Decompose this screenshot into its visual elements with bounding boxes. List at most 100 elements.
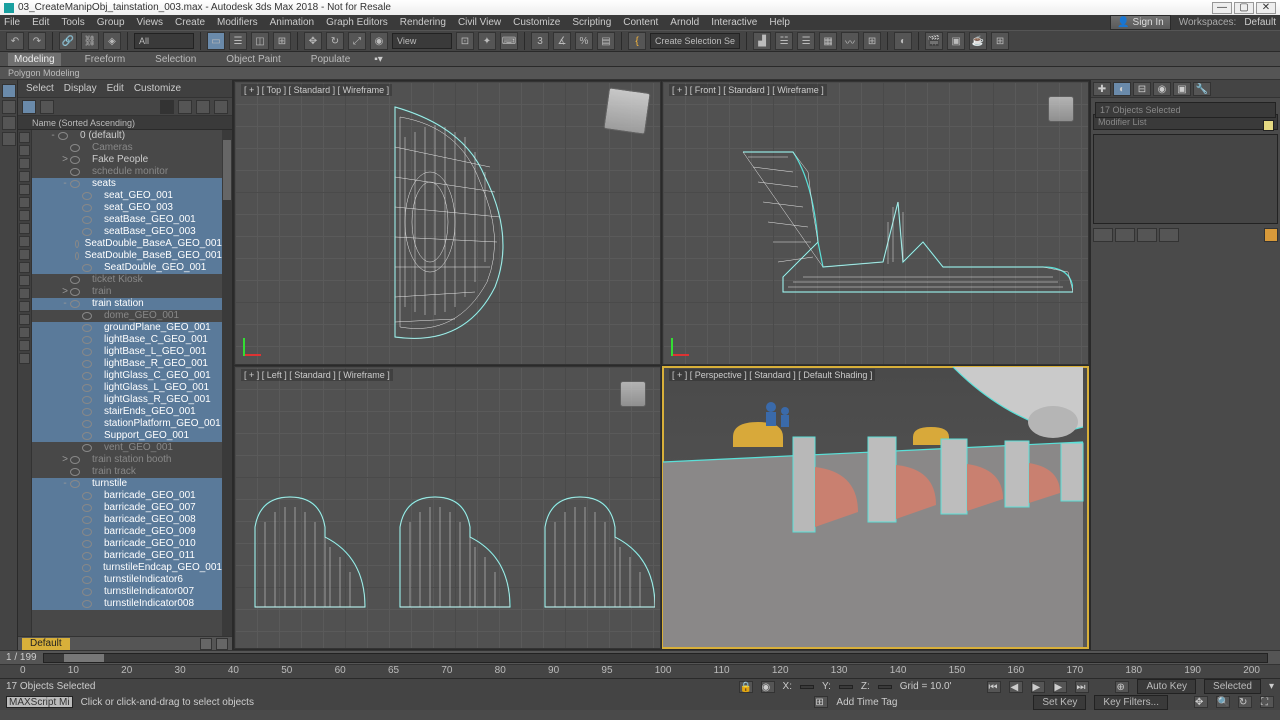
se-filter-15[interactable] xyxy=(19,314,30,325)
viewport-left[interactable]: [ + ] [ Left ] [ Standard ] [ Wireframe … xyxy=(234,366,661,650)
tree-item[interactable]: seat_GEO_003 xyxy=(32,202,222,214)
pin-stack[interactable] xyxy=(1093,228,1113,242)
se-filter-4[interactable] xyxy=(19,171,30,182)
align-button[interactable]: ☱ xyxy=(775,32,793,50)
key-filters-button[interactable]: Key Filters... xyxy=(1094,695,1168,710)
vp-label-top[interactable]: [ + ] [ Top ] [ Standard ] [ Wireframe ] xyxy=(241,84,392,96)
window-crossing-button[interactable]: ⊞ xyxy=(273,32,291,50)
next-frame[interactable]: ▶ xyxy=(1053,681,1067,693)
tree-item[interactable]: vent_GEO_001 xyxy=(32,442,222,454)
tree-item[interactable]: SeatDouble_GEO_001 xyxy=(32,262,222,274)
nav-max[interactable]: ⛶ xyxy=(1260,696,1274,708)
tree-item[interactable]: barricade_GEO_008 xyxy=(32,514,222,526)
ref-coord-system[interactable]: View xyxy=(392,33,452,49)
unique[interactable] xyxy=(1137,228,1157,242)
select-region-button[interactable]: ◫ xyxy=(251,32,269,50)
se-btn-view[interactable] xyxy=(40,100,54,114)
tree-item[interactable]: barricade_GEO_011 xyxy=(32,550,222,562)
rendered-frame[interactable]: ▣ xyxy=(947,32,965,50)
menu-grapheditors[interactable]: Graph Editors xyxy=(326,17,388,28)
se-btn-find[interactable] xyxy=(22,100,36,114)
menu-civilview[interactable]: Civil View xyxy=(458,17,501,28)
angle-snap[interactable]: ∡ xyxy=(553,32,571,50)
vtool-1[interactable] xyxy=(2,84,16,98)
se-filter-14[interactable] xyxy=(19,301,30,312)
se-tab-edit[interactable]: Edit xyxy=(107,83,124,94)
se-btn-sort-b[interactable] xyxy=(214,100,228,114)
tree-item[interactable]: >Fake People xyxy=(32,154,222,166)
ribbon-tab-freeform[interactable]: Freeform xyxy=(79,53,132,66)
tree-item[interactable]: -train station xyxy=(32,298,222,310)
tree-item[interactable]: SeatDouble_BaseB_GEO_001 xyxy=(32,250,222,262)
tree-item[interactable]: >train xyxy=(32,286,222,298)
tree-item[interactable]: turnstileIndicator007 xyxy=(32,586,222,598)
tree-item[interactable]: lightGlass_C_GEO_001 xyxy=(32,370,222,382)
selection-filter[interactable]: All xyxy=(134,33,194,49)
nav-zoom[interactable]: 🔍 xyxy=(1216,696,1230,708)
tree-item[interactable]: -turnstile xyxy=(32,478,222,490)
rotate-button[interactable]: ↻ xyxy=(326,32,344,50)
se-footer-btn2[interactable] xyxy=(216,638,228,650)
viewcube-front[interactable] xyxy=(1048,96,1074,122)
viewport-front[interactable]: [ + ] [ Front ] [ Standard ] [ Wireframe… xyxy=(662,81,1089,365)
snap-toggle[interactable]: 3 xyxy=(531,32,549,50)
link-button[interactable]: 🔗 xyxy=(59,32,77,50)
object-color-swatch[interactable] xyxy=(1263,120,1274,131)
tree-item[interactable]: lightGlass_R_GEO_001 xyxy=(32,394,222,406)
viewcube-left[interactable] xyxy=(620,381,646,407)
tree-item[interactable]: barricade_GEO_010 xyxy=(32,538,222,550)
time-ruler[interactable]: 0102030405060657080909510011012013014015… xyxy=(0,664,1280,678)
se-btn-lock[interactable] xyxy=(178,100,192,114)
bind-button[interactable]: ◈ xyxy=(103,32,121,50)
viewport-top[interactable]: [ + ] [ Top ] [ Standard ] [ Wireframe ] xyxy=(234,81,661,365)
menu-create[interactable]: Create xyxy=(175,17,205,28)
prev-frame[interactable]: ◀ xyxy=(1009,681,1023,693)
nav-orbit[interactable]: ↻ xyxy=(1238,696,1252,708)
se-filter-5[interactable] xyxy=(19,184,30,195)
object-name-field[interactable]: 17 Objects Selected xyxy=(1095,102,1276,118)
viewcube-top[interactable] xyxy=(603,87,650,134)
menu-arnold[interactable]: Arnold xyxy=(670,17,699,28)
tree-item[interactable]: seat_GEO_001 xyxy=(32,190,222,202)
se-filter-16[interactable] xyxy=(19,327,30,338)
key-mode[interactable]: ⊕ xyxy=(1115,681,1129,693)
menu-interactive[interactable]: Interactive xyxy=(711,17,757,28)
cmd-tab-modify[interactable]: ◐ xyxy=(1113,82,1131,96)
remove-mod[interactable] xyxy=(1159,228,1179,242)
tree-item[interactable]: -seats xyxy=(32,178,222,190)
coord-y[interactable] xyxy=(839,685,853,689)
play[interactable]: ▶ xyxy=(1031,681,1045,693)
cmd-tab-create[interactable]: ✚ xyxy=(1093,82,1111,96)
tree-item[interactable]: stairEnds_GEO_001 xyxy=(32,406,222,418)
tree-item[interactable]: Cameras xyxy=(32,142,222,154)
coord-x[interactable] xyxy=(800,685,814,689)
show-end[interactable] xyxy=(1115,228,1135,242)
menu-customize[interactable]: Customize xyxy=(513,17,560,28)
tree-item[interactable]: dome_GEO_001 xyxy=(32,310,222,322)
vp-label-front[interactable]: [ + ] [ Front ] [ Standard ] [ Wireframe… xyxy=(669,84,827,96)
se-btn-sort-a[interactable] xyxy=(196,100,210,114)
time-slider[interactable]: 1 / 199 xyxy=(0,650,1280,664)
percent-snap[interactable]: % xyxy=(575,32,593,50)
iso-selection[interactable]: ◉ xyxy=(761,681,775,693)
tree-item[interactable]: seatBase_GEO_001 xyxy=(32,214,222,226)
tree-item[interactable]: barricade_GEO_001 xyxy=(32,490,222,502)
keyboard-button[interactable]: ⌨ xyxy=(500,32,518,50)
tree-item[interactable]: lightBase_R_GEO_001 xyxy=(32,358,222,370)
se-filter-6[interactable] xyxy=(19,197,30,208)
scale-button[interactable]: ⤢ xyxy=(348,32,366,50)
cmd-tab-display[interactable]: ▣ xyxy=(1173,82,1191,96)
se-filter-12[interactable] xyxy=(19,275,30,286)
tree-item[interactable]: SeatDouble_BaseA_GEO_001 xyxy=(32,238,222,250)
se-scrollbar[interactable] xyxy=(222,130,232,636)
vp-label-left[interactable]: [ + ] [ Left ] [ Standard ] [ Wireframe … xyxy=(241,369,393,381)
se-filter-2[interactable] xyxy=(19,145,30,156)
viewport-perspective[interactable]: [ + ] [ Perspective ] [ Standard ] [ Def… xyxy=(662,366,1089,650)
tree-item[interactable]: groundPlane_GEO_001 xyxy=(32,322,222,334)
se-column-header[interactable]: Name (Sorted Ascending) xyxy=(18,116,232,130)
se-btn-x[interactable] xyxy=(160,100,174,114)
vtool-3[interactable] xyxy=(2,116,16,130)
maxscript-listener[interactable]: MAXScript Mi xyxy=(6,696,73,708)
maximize-button[interactable]: ▢ xyxy=(1234,2,1254,14)
tree-item[interactable]: train track xyxy=(32,466,222,478)
